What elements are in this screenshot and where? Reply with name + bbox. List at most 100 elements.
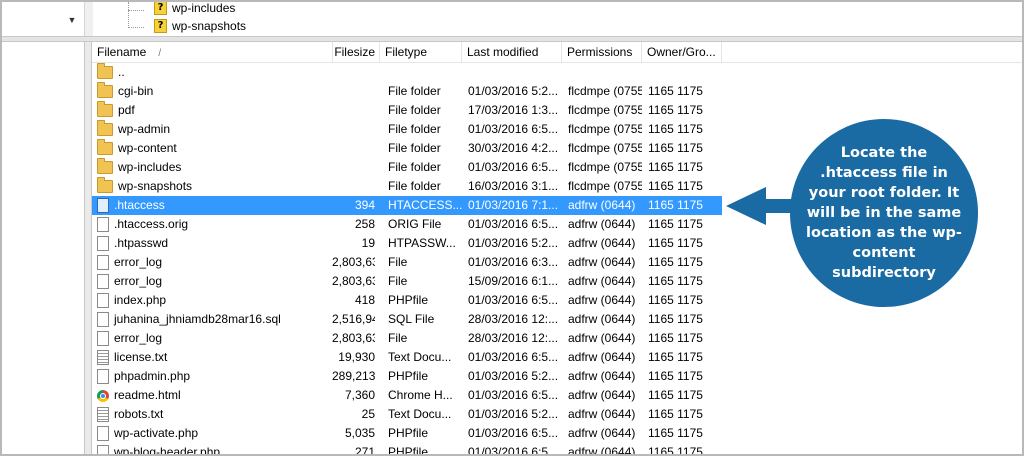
- column-header-permissions[interactable]: Permissions: [562, 42, 642, 62]
- owner-cell: 1165 1175: [648, 312, 703, 326]
- column-header-label: Filename: [97, 45, 147, 59]
- file-name-label: readme.html: [114, 388, 181, 402]
- permissions-cell: flcdmpe (0755): [568, 103, 642, 117]
- tree-item-wp-snapshots[interactable]: ? wp-snapshots: [154, 17, 246, 35]
- column-header-owner[interactable]: Owner/Gro...: [642, 42, 722, 62]
- file-row[interactable]: wp-activate.php 5,035 PHPfile 01/03/2016 6:…: [92, 424, 722, 443]
- file-size-cell: [332, 120, 375, 139]
- file-size-cell: 5,035: [344, 426, 375, 440]
- file-name-cell: .htaccess: [97, 196, 332, 215]
- tree-item-label: wp-includes: [172, 1, 236, 15]
- file-name-label: error_log: [114, 255, 163, 269]
- owner-cell: 1165 1175: [648, 255, 703, 269]
- file-name-label: wp-snapshots: [118, 179, 193, 193]
- file-row-selected[interactable]: .htaccess 394 HTACCESS... 01/03/2016 7:1...…: [92, 196, 722, 215]
- file-type-cell: File folder: [388, 122, 441, 136]
- file-name-cell: error_log: [97, 329, 332, 348]
- file-row[interactable]: pdf File folder 17/03/2016 1:3... flcdmpe (…: [92, 101, 722, 120]
- file-row[interactable]: error_log 2,803,637 File 15/09/2016 6:1... a…: [92, 272, 722, 291]
- last-modified-cell: 17/03/2016 1:3...: [468, 103, 558, 117]
- column-header-last-modified[interactable]: Last modified: [462, 42, 562, 62]
- file-row[interactable]: ..: [92, 63, 722, 82]
- file-type-cell: File folder: [388, 103, 441, 117]
- last-modified-cell: 01/03/2016 6:5...: [468, 293, 558, 307]
- file-name-label: ..: [118, 65, 125, 79]
- callout-arrow-icon: [726, 187, 766, 225]
- file-row[interactable]: error_log 2,803,637 File 01/03/2016 6:3... a…: [92, 253, 722, 272]
- file-name-label: license.txt: [114, 350, 168, 364]
- file-size-cell: 2,803,637: [332, 274, 375, 288]
- file-name-cell: cgi-bin: [97, 82, 332, 101]
- file-row[interactable]: juhanina_jhniamdb28mar16.sql 2,516,944 SQL…: [92, 310, 722, 329]
- owner-cell: 1165 1175: [648, 141, 703, 155]
- ftp-client-window: ▼ ? wp-includes ? wp-snapshots Filename /…: [0, 0, 1024, 456]
- owner-cell: 1165 1175: [648, 103, 703, 117]
- chevron-down-icon[interactable]: ▼: [62, 10, 82, 30]
- permissions-cell: [568, 63, 642, 82]
- file-size-cell: [332, 177, 375, 196]
- file-size-cell: 7,360: [344, 388, 375, 402]
- file-name-label: wp-blog-header.php: [114, 445, 221, 456]
- file-icon: [97, 236, 109, 251]
- last-modified-cell: 15/09/2016 6:1...: [468, 274, 558, 288]
- last-modified-cell: 01/03/2016 6:3...: [468, 255, 558, 269]
- folder-icon: [97, 158, 113, 174]
- file-type-cell: Chrome H...: [388, 388, 453, 402]
- last-modified-cell: 16/03/2016 3:1...: [468, 179, 558, 193]
- file-name-label: cgi-bin: [118, 84, 154, 98]
- file-type-cell: HTACCESS...: [388, 198, 463, 212]
- owner-cell: 1165 1175: [648, 426, 703, 440]
- file-icon: [97, 293, 109, 308]
- text-icon: [97, 350, 109, 365]
- column-header-filetype[interactable]: Filetype: [380, 42, 462, 62]
- file-name-label: .htaccess.orig: [114, 217, 189, 231]
- file-row[interactable]: error_log 2,803,637 File 28/03/2016 12:... a…: [92, 329, 722, 348]
- file-row[interactable]: cgi-bin File folder 01/03/2016 5:2... flcdm…: [92, 82, 722, 101]
- file-row[interactable]: wp-admin File folder 01/03/2016 6:5... flcd…: [92, 120, 722, 139]
- file-row[interactable]: .htaccess.orig 258 ORIG File 01/03/2016 6:5…: [92, 215, 722, 234]
- file-row[interactable]: wp-includes File folder 01/03/2016 6:5... f…: [92, 158, 722, 177]
- file-list-header: Filename / Filesize Filetype Last modifie…: [92, 42, 1022, 63]
- last-modified-cell: 01/03/2016 6:5...: [468, 350, 558, 364]
- file-row[interactable]: wp-snapshots File folder 16/03/2016 3:1...…: [92, 177, 722, 196]
- path-dropdown[interactable]: ▼: [2, 2, 85, 32]
- file-size-cell: [332, 139, 375, 158]
- file-type-cell: Text Docu...: [388, 407, 452, 421]
- file-row[interactable]: robots.txt 25 Text Docu... 01/03/2016 5:2..…: [92, 405, 722, 424]
- folder-icon: [97, 101, 113, 117]
- last-modified-cell: 01/03/2016 6:5...: [468, 122, 558, 136]
- file-row[interactable]: wp-content File folder 30/03/2016 4:2... fl…: [92, 139, 722, 158]
- folder-icon: [97, 139, 113, 155]
- permissions-cell: adfrw (0644): [568, 369, 636, 383]
- file-row[interactable]: license.txt 19,930 Text Docu... 01/03/2016 …: [92, 348, 722, 367]
- column-header-filesize[interactable]: Filesize: [333, 42, 380, 62]
- column-header-label: Permissions: [567, 45, 633, 59]
- permissions-cell: flcdmpe (0755): [568, 179, 642, 193]
- file-type-cell: PHPfile: [388, 445, 429, 456]
- column-header-filename[interactable]: Filename /: [92, 42, 333, 62]
- owner-cell: 1165 1175: [648, 84, 703, 98]
- chrome-icon: [97, 389, 109, 402]
- file-row[interactable]: .htpasswd 19 HTPASSW... 01/03/2016 5:2... ad…: [92, 234, 722, 253]
- tree-scrollbar[interactable]: [84, 2, 93, 36]
- file-name-label: .htaccess: [114, 198, 165, 212]
- file-row[interactable]: phpadmin.php 289,213 PHPfile 01/03/2016 5:2…: [92, 367, 722, 386]
- file-row[interactable]: readme.html 7,360 Chrome H... 01/03/2016 6:…: [92, 386, 722, 405]
- file-type-cell: ORIG File: [388, 217, 442, 231]
- file-row[interactable]: wp-blog-header.php 271 PHPfile 01/03/2016 6…: [92, 443, 722, 456]
- owner-cell: 1165 1175: [648, 274, 703, 288]
- permissions-cell: adfrw (0644): [568, 331, 636, 345]
- vertical-splitter[interactable]: [84, 42, 92, 454]
- permissions-cell: adfrw (0644): [568, 426, 636, 440]
- file-size-cell: [332, 101, 375, 120]
- file-name-label: robots.txt: [114, 407, 164, 421]
- file-icon: [97, 445, 109, 454]
- file-name-label: error_log: [114, 331, 163, 345]
- last-modified-cell: 01/03/2016 6:5...: [468, 388, 558, 402]
- tree-item-wp-includes[interactable]: ? wp-includes: [154, 1, 236, 17]
- tree-connector: [128, 10, 144, 11]
- owner-cell: 1165 1175: [648, 160, 703, 174]
- permissions-cell: flcdmpe (0755): [568, 84, 642, 98]
- file-row[interactable]: index.php 418 PHPfile 01/03/2016 6:5... adfr…: [92, 291, 722, 310]
- file-name-cell: readme.html: [97, 386, 332, 405]
